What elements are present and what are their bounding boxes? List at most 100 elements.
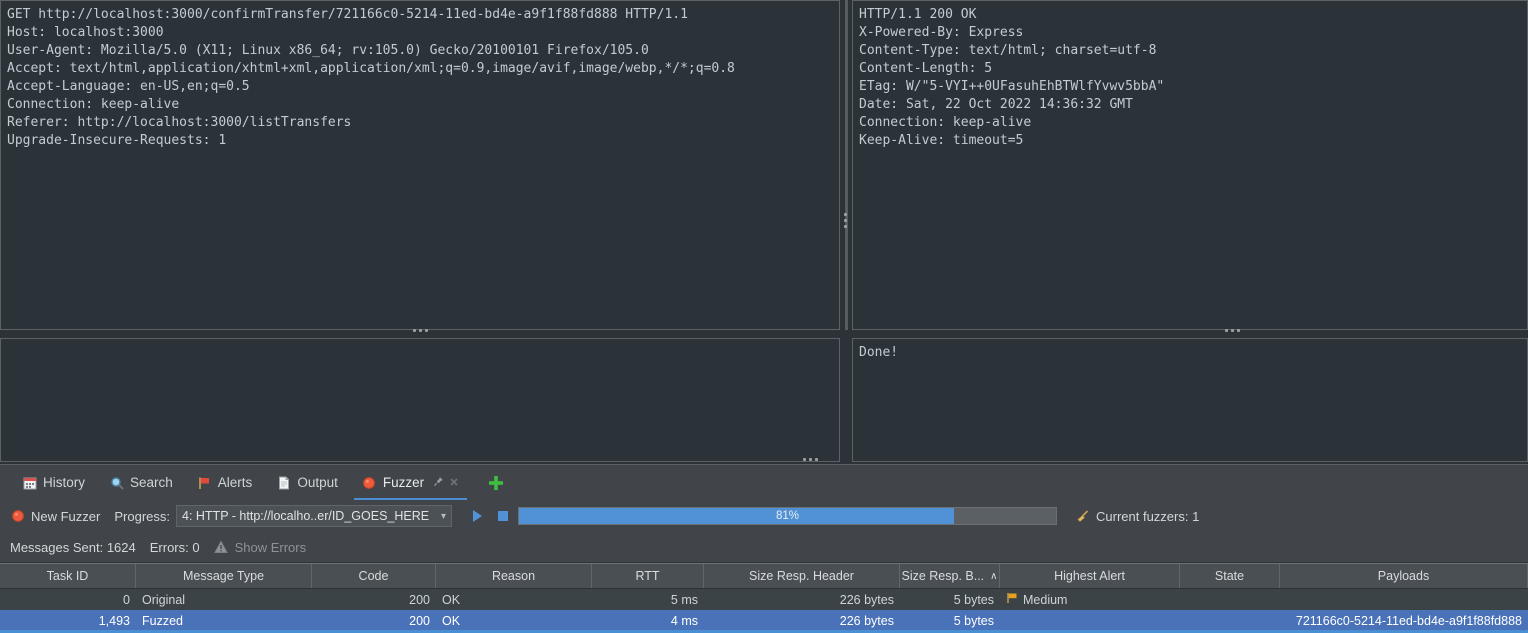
table-row[interactable]: 0 Original 200 OK 5 ms 226 bytes 5 bytes Medium: [0, 589, 1528, 610]
table-cell: 4 ms: [670, 613, 698, 628]
sort-ascending-icon: ∧: [990, 570, 998, 582]
chevron-down-icon: ▾: [440, 510, 446, 522]
table-cell: 226 bytes: [839, 592, 894, 607]
column-header-label: Code: [358, 569, 389, 583]
fuzzer-icon: [362, 475, 377, 490]
request-column: GET http://localhost:3000/confirmTransfe…: [0, 0, 840, 462]
column-header-7[interactable]: Highest Alert: [1000, 564, 1180, 588]
table-cell: [1180, 610, 1280, 631]
request-header-text: GET http://localhost:3000/confirmTransfe…: [7, 7, 735, 148]
table-cell: 200: [409, 613, 430, 628]
messages-sent-label: Messages Sent: 1624: [10, 539, 136, 555]
stop-button[interactable]: [492, 505, 514, 527]
scan-select[interactable]: 4: HTTP - http://localho..er/ID_GOES_HER…: [176, 505, 452, 527]
fuzzer-toolbar: New Fuzzer Progress: 4: HTTP - http://lo…: [0, 500, 1528, 532]
panes-vertical-divider: [845, 0, 848, 330]
response-column: HTTP/1.1 200 OK X-Powered-By: Express Co…: [852, 0, 1528, 462]
column-header-9[interactable]: Payloads: [1280, 564, 1528, 588]
response-body-pane[interactable]: Done!: [852, 338, 1528, 462]
column-header-label: Message Type: [182, 569, 265, 583]
tab-label: Alerts: [217, 475, 253, 490]
tab-history[interactable]: History: [10, 465, 97, 501]
request-vertical-splitter-handle[interactable]: [380, 326, 460, 334]
column-header-4[interactable]: RTT: [592, 564, 704, 588]
errors-label: Errors: 0: [149, 539, 200, 555]
show-errors-button[interactable]: Show Errors: [214, 539, 307, 555]
splitter-dot: [814, 457, 818, 461]
broom-icon: [1075, 509, 1090, 524]
table-cell: 721166c0-5214-11ed-bd4e-a9f1f88fd888: [1295, 613, 1522, 628]
alert-flag-icon: [1006, 592, 1018, 607]
table-cell: 0: [123, 592, 130, 607]
table-cell: Fuzzed: [142, 613, 183, 628]
panes-splitter-handle[interactable]: [841, 200, 849, 240]
splitter-dot: [802, 457, 806, 461]
table-row[interactable]: 1,493 Fuzzed 200 OK 4 ms 226 bytes 5 bytes 7211…: [0, 610, 1528, 631]
column-header-label: Highest Alert: [1054, 569, 1125, 583]
current-fuzzers-label: Current fuzzers: 1: [1096, 508, 1200, 524]
column-header-label: Size Resp. Header: [749, 569, 854, 583]
bottom-tab-bar: History Search Alerts Output Fuzzer: [0, 464, 1528, 501]
column-header-label: Size Resp. B...: [901, 569, 985, 583]
column-header-2[interactable]: Code: [312, 564, 436, 588]
table-cell: 226 bytes: [839, 613, 894, 628]
splitter-dot: [1236, 328, 1240, 332]
pin-icon[interactable]: [433, 475, 444, 490]
column-header-label: Payloads: [1377, 569, 1430, 583]
tab-search[interactable]: Search: [97, 465, 185, 501]
column-header-1[interactable]: Message Type: [136, 564, 312, 588]
tab-label: Search: [130, 475, 173, 490]
splitter-dot: [843, 212, 847, 216]
tab-label: Output: [297, 475, 338, 490]
new-fuzzer-label: New Fuzzer: [31, 508, 101, 524]
fuzzer-results-table: Task ID Message Type Code Reason RTT Size Res…: [0, 563, 1528, 633]
new-fuzzer-button[interactable]: New Fuzzer: [10, 509, 100, 524]
response-header-pane[interactable]: HTTP/1.1 200 OK X-Powered-By: Express Co…: [852, 0, 1528, 330]
column-header-5[interactable]: Size Resp. Header: [704, 564, 900, 588]
column-header-label: State: [1214, 569, 1245, 583]
calendar-icon: [22, 475, 37, 490]
table-cell: OK: [442, 613, 461, 628]
fuzzer-status-strip: Messages Sent: 1624 Errors: 0 Show Error…: [0, 532, 1528, 562]
request-header-pane[interactable]: GET http://localhost:3000/confirmTransfe…: [0, 0, 840, 330]
close-icon[interactable]: [449, 475, 459, 490]
current-fuzzers-status: Current fuzzers: 1: [1075, 509, 1199, 524]
play-button[interactable]: [466, 505, 488, 527]
tab-controls: [433, 475, 459, 490]
progress-label: Progress:: [114, 508, 170, 524]
table-cell: Medium: [1000, 589, 1180, 610]
response-header-text: HTTP/1.1 200 OK X-Powered-By: Express Co…: [859, 7, 1165, 148]
splitter-dot: [843, 218, 847, 222]
table-cell: 5 ms: [670, 592, 698, 607]
request-body-pane[interactable]: [0, 338, 840, 462]
column-header-3[interactable]: Reason: [436, 564, 592, 588]
table-cell: [1000, 610, 1180, 631]
table-cell: [1180, 589, 1280, 610]
response-splitter-handle[interactable]: [1192, 326, 1272, 334]
message-panes: GET http://localhost:3000/confirmTransfe…: [0, 0, 1528, 462]
tab-alerts[interactable]: Alerts: [185, 465, 265, 501]
column-header-6[interactable]: Size Resp. B... ∧: [900, 564, 1000, 588]
document-icon: [276, 475, 291, 490]
table-cell: 200: [409, 592, 430, 607]
column-header-label: RTT: [635, 569, 660, 583]
splitter-dot: [418, 328, 422, 332]
tab-label: Fuzzer: [382, 475, 425, 490]
tab-fuzzer[interactable]: Fuzzer: [350, 465, 471, 501]
progress-bar-label: 81%: [775, 510, 800, 522]
show-errors-label: Show Errors: [234, 539, 307, 555]
request-bottom-splitter-handle[interactable]: [770, 455, 850, 463]
tab-output[interactable]: Output: [264, 465, 350, 501]
table-cell: 5 bytes: [953, 592, 994, 607]
column-header-8[interactable]: State: [1180, 564, 1280, 588]
add-tab-button[interactable]: [485, 472, 507, 494]
alert-cell: Medium: [1006, 592, 1067, 607]
splitter-dot: [1224, 328, 1228, 332]
tab-label: History: [43, 475, 86, 490]
progress-bar: 81%: [518, 507, 1057, 525]
flag-icon: [197, 475, 212, 490]
column-header-label: Reason: [491, 569, 536, 583]
splitter-dot: [1230, 328, 1234, 332]
scan-select-value: 4: HTTP - http://localho..er/ID_GOES_HER…: [182, 509, 430, 523]
column-header-0[interactable]: Task ID: [0, 564, 136, 588]
